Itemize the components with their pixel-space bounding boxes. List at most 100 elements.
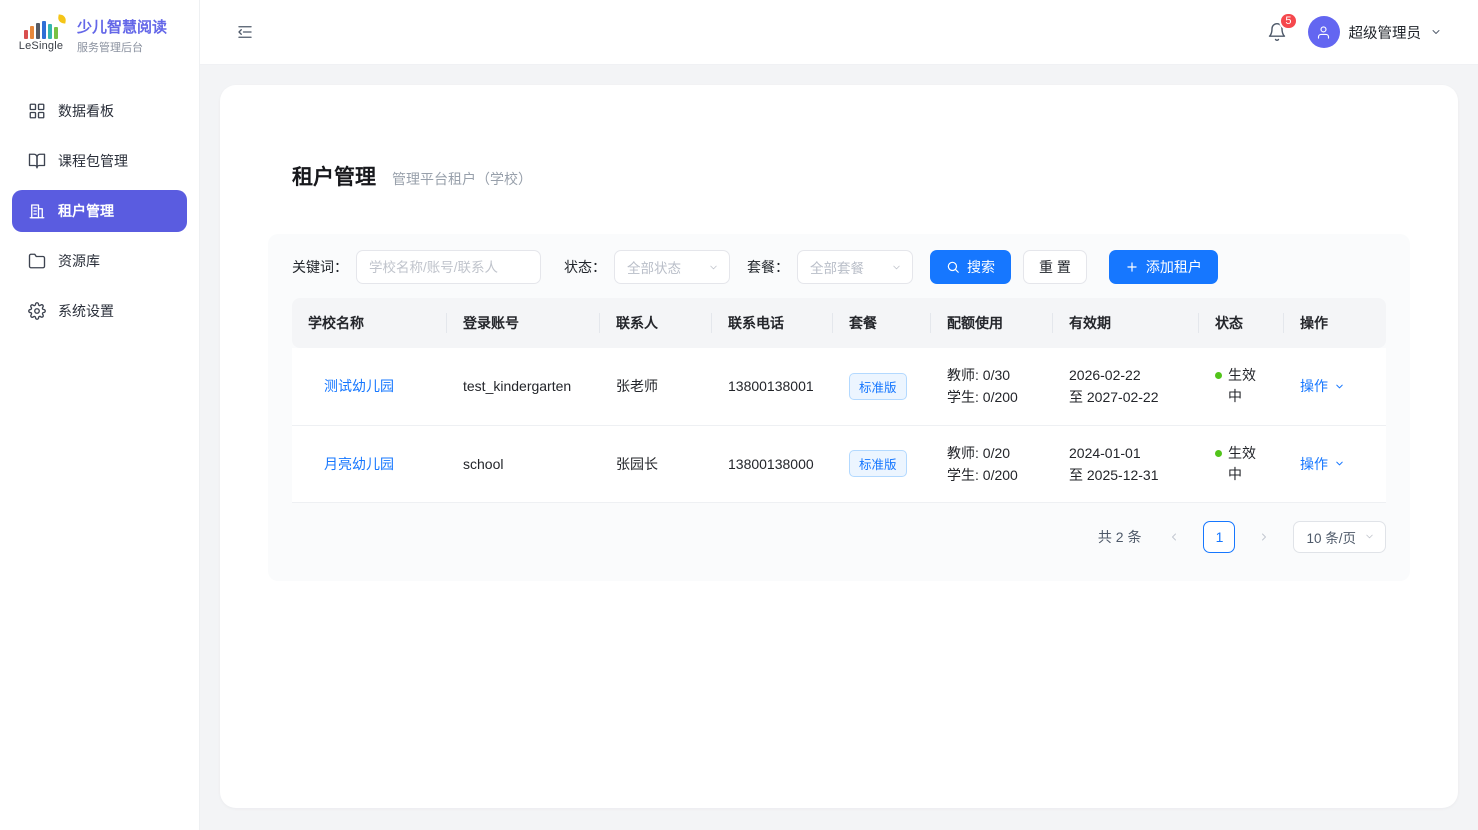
quota-student: 学生: 0/200 xyxy=(947,386,1053,408)
cell-contact: 张老师 xyxy=(600,348,712,425)
menu-fold-icon xyxy=(236,23,254,41)
search-button-label: 搜索 xyxy=(967,257,995,277)
cell-package: 标准版 xyxy=(833,425,931,502)
col-package: 套餐 xyxy=(833,298,931,348)
gear-icon xyxy=(28,302,46,320)
page-size-select[interactable]: 10 条/页 xyxy=(1293,521,1386,553)
plus-icon xyxy=(1125,260,1139,274)
col-quota: 配额使用 xyxy=(931,298,1053,348)
cell-school: 月亮幼儿园 xyxy=(292,425,447,502)
user-menu[interactable]: 超级管理员 xyxy=(1308,16,1443,48)
page-size-value: 10 条/页 xyxy=(1306,527,1356,547)
logo-spark-icon xyxy=(57,14,66,23)
cell-quota: 教师: 0/30 学生: 0/200 xyxy=(931,348,1053,425)
table-header-row: 学校名称 登录账号 联系人 联系电话 套餐 配额使用 有效期 状态 操作 xyxy=(292,298,1386,348)
avatar xyxy=(1308,16,1340,48)
cell-phone: 13800138000 xyxy=(712,425,833,502)
pagination-prev-button[interactable] xyxy=(1160,521,1188,553)
sidebar-item-system-settings[interactable]: 系统设置 xyxy=(12,290,187,332)
chevron-down-icon xyxy=(708,262,719,273)
tenant-management-card: 租户管理 管理平台租户（学校） 关键词： 状态： 全部状态 套餐： 全部套餐 搜… xyxy=(220,85,1458,808)
table-row: 测试幼儿园 test_kindergarten 张老师 13800138001 … xyxy=(292,348,1386,425)
school-link[interactable]: 月亮幼儿园 xyxy=(324,456,394,472)
sidebar-item-label: 资源库 xyxy=(58,251,100,271)
logo-wordmark: LeSingle xyxy=(19,40,63,52)
row-actions-label: 操作 xyxy=(1300,376,1328,396)
sidebar-item-label: 数据看板 xyxy=(58,101,114,121)
folder-icon xyxy=(28,252,46,270)
keyword-input[interactable] xyxy=(356,250,541,284)
filter-row: 关键词： 状态： 全部状态 套餐： 全部套餐 搜索 重 置 xyxy=(292,250,1386,284)
tenant-panel: 关键词： 状态： 全部状态 套餐： 全部套餐 搜索 重 置 xyxy=(268,234,1410,581)
package-tag: 标准版 xyxy=(849,450,907,477)
chevron-down-icon xyxy=(891,262,902,273)
cell-account: test_kindergarten xyxy=(447,348,600,425)
chevron-down-icon xyxy=(1430,26,1442,38)
col-school-name: 学校名称 xyxy=(292,298,447,348)
sidebar-nav: 数据看板 课程包管理 租户管理 资源库 系统设置 xyxy=(0,70,199,332)
package-select[interactable]: 全部套餐 xyxy=(797,250,913,284)
row-actions-label: 操作 xyxy=(1300,454,1328,474)
chevron-down-icon xyxy=(1334,458,1345,469)
pagination-next-button[interactable] xyxy=(1250,521,1278,553)
brand-title: 少儿智慧阅读 xyxy=(77,16,167,37)
col-status: 状态 xyxy=(1199,298,1284,348)
sidebar-item-resource-library[interactable]: 资源库 xyxy=(12,240,187,282)
page-subtitle: 管理平台租户（学校） xyxy=(392,169,532,189)
keyword-label: 关键词： xyxy=(292,257,348,277)
search-icon xyxy=(946,260,960,274)
logo-bars xyxy=(24,19,58,39)
cell-phone: 13800138001 xyxy=(712,348,833,425)
notification-button[interactable]: 5 xyxy=(1264,19,1290,45)
sidebar-item-label: 系统设置 xyxy=(58,301,114,321)
school-link[interactable]: 测试幼儿园 xyxy=(324,378,394,394)
col-contact: 联系人 xyxy=(600,298,712,348)
valid-from: 2024-01-01 xyxy=(1069,442,1199,464)
menu-fold-button[interactable] xyxy=(233,20,257,44)
col-validity: 有效期 xyxy=(1053,298,1199,348)
add-tenant-button[interactable]: 添加租户 xyxy=(1109,250,1218,284)
reset-button-label: 重 置 xyxy=(1039,257,1071,277)
package-label: 套餐： xyxy=(747,257,789,277)
table-row: 月亮幼儿园 school 张园长 13800138000 标准版 教师: 0/2… xyxy=(292,425,1386,502)
reset-button[interactable]: 重 置 xyxy=(1023,250,1087,284)
quota-student: 学生: 0/200 xyxy=(947,464,1053,486)
status-select[interactable]: 全部状态 xyxy=(614,250,730,284)
sidebar-item-dashboard[interactable]: 数据看板 xyxy=(12,90,187,132)
user-icon xyxy=(1316,25,1331,40)
status-dot-icon xyxy=(1215,372,1222,379)
chevron-down-icon xyxy=(1334,381,1345,392)
row-actions-dropdown[interactable]: 操作 xyxy=(1300,454,1386,474)
cell-status: 生效中 xyxy=(1199,348,1284,425)
brand-subtitle: 服务管理后台 xyxy=(77,39,167,55)
status-badge: 生效中 xyxy=(1228,365,1258,407)
cell-actions: 操作 xyxy=(1284,425,1386,502)
add-tenant-button-label: 添加租户 xyxy=(1146,257,1202,277)
pagination: 共 2 条 1 10 条/页 xyxy=(292,521,1386,553)
col-login-account: 登录账号 xyxy=(447,298,600,348)
status-label: 状态： xyxy=(564,257,606,277)
search-button[interactable]: 搜索 xyxy=(930,250,1011,284)
cell-actions: 操作 xyxy=(1284,348,1386,425)
notification-badge: 5 xyxy=(1279,12,1297,30)
cell-validity: 2024-01-01 至 2025-12-31 xyxy=(1053,425,1199,502)
cell-quota: 教师: 0/20 学生: 0/200 xyxy=(931,425,1053,502)
sidebar-item-label: 租户管理 xyxy=(58,201,114,221)
user-name: 超级管理员 xyxy=(1349,22,1422,43)
lesingle-logo-icon: LeSingle xyxy=(14,19,68,52)
cell-contact: 张园长 xyxy=(600,425,712,502)
book-icon xyxy=(28,152,46,170)
chevron-down-icon xyxy=(1364,531,1375,542)
pagination-page-1[interactable]: 1 xyxy=(1203,521,1235,553)
sidebar-item-label: 课程包管理 xyxy=(58,151,128,171)
building-icon xyxy=(28,202,46,220)
sidebar-item-course-packages[interactable]: 课程包管理 xyxy=(12,140,187,182)
cell-account: school xyxy=(447,425,600,502)
status-badge: 生效中 xyxy=(1228,443,1258,485)
sidebar-item-tenant-management[interactable]: 租户管理 xyxy=(12,190,187,232)
cell-package: 标准版 xyxy=(833,348,931,425)
valid-to: 至 2025-12-31 xyxy=(1069,464,1199,486)
top-header: 5 超级管理员 xyxy=(200,0,1478,65)
row-actions-dropdown[interactable]: 操作 xyxy=(1300,376,1386,396)
col-phone: 联系电话 xyxy=(712,298,833,348)
